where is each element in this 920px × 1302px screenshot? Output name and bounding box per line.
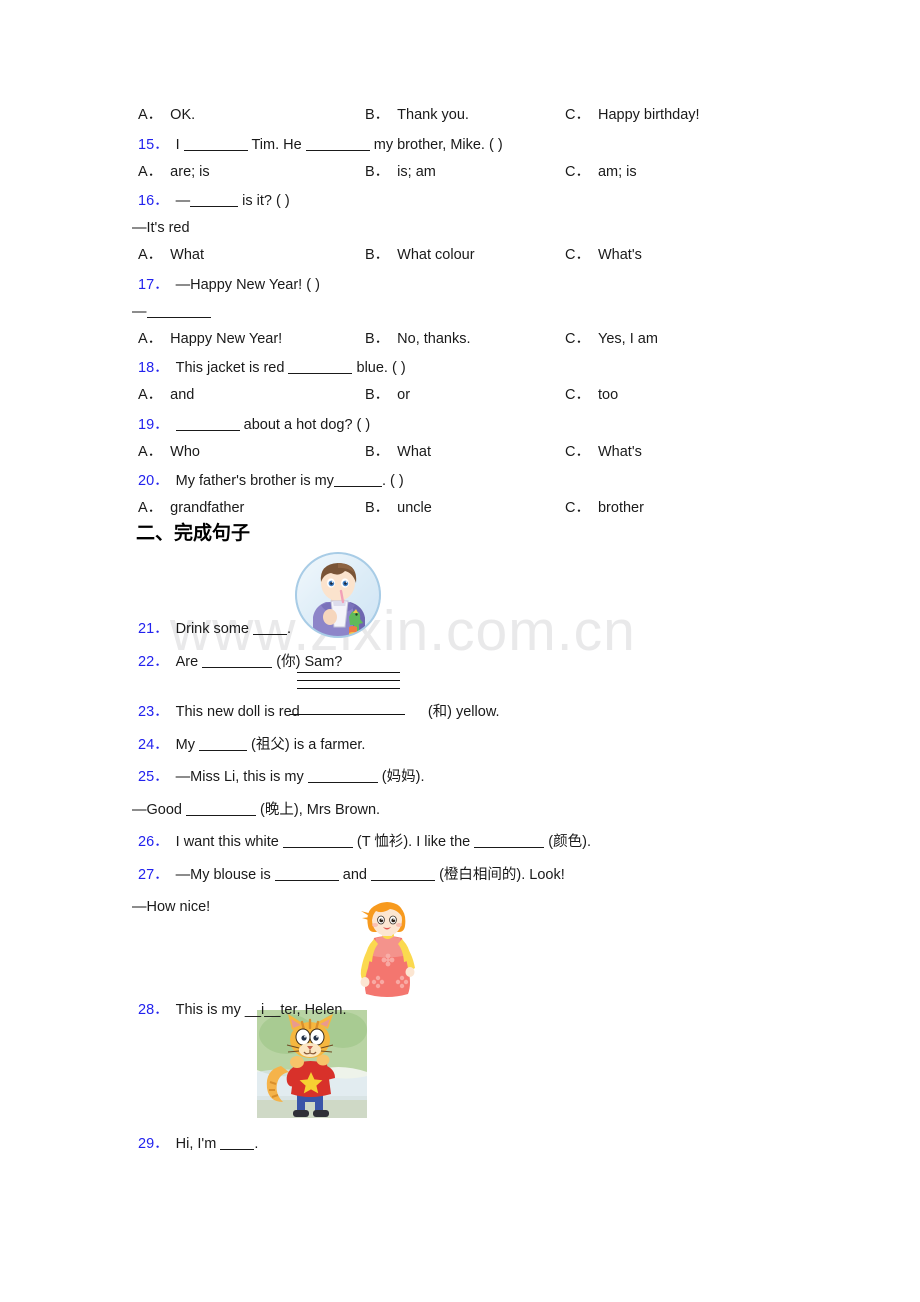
options-row: A． OK. B． Thank you. C． Happy birthday! — [138, 108, 838, 125]
option-c[interactable]: C． What's — [565, 248, 642, 263]
answer-blank[interactable] — [146, 316, 211, 318]
item-29: 29． Hi, I'm . — [138, 1136, 259, 1152]
question-number: 17． — [138, 276, 169, 293]
rule-line — [297, 680, 400, 681]
question-number: 15． — [138, 136, 169, 153]
question-number: 28． — [138, 1001, 169, 1018]
item-26: 26． I want this white (T 恤衫). I like the … — [138, 834, 591, 850]
answer-blank[interactable] — [220, 1149, 255, 1150]
question-16: 16． — is it? ( ) — [138, 193, 290, 209]
option-a[interactable]: A． and — [138, 388, 194, 403]
question-17: 17． —Happy New Year! ( ) — [138, 276, 320, 293]
question-number: 23． — [138, 704, 169, 720]
option-a[interactable]: A． Who — [138, 444, 200, 460]
option-b[interactable]: B． What — [365, 444, 431, 460]
option-a[interactable]: A． are; is — [138, 164, 210, 180]
answer-blank[interactable] — [202, 666, 273, 668]
answer-blank[interactable] — [253, 634, 287, 635]
option-a[interactable]: A． OK. — [138, 108, 195, 123]
answer-blank[interactable] — [371, 879, 436, 881]
option-c[interactable]: C． Happy birthday! — [565, 108, 700, 123]
rule-line — [297, 672, 400, 673]
option-b[interactable]: B． is; am — [365, 164, 436, 180]
item-21: 21． Drink some . — [138, 621, 292, 637]
item-22: 22． Are (你) Sam? — [138, 653, 343, 670]
answer-blank[interactable] — [186, 814, 257, 816]
question-number: 18． — [138, 360, 169, 376]
question-number: 26． — [138, 834, 169, 850]
options-row: A． Who B． What C． What's — [138, 444, 838, 462]
section-heading-part-two: 二、完成句子 — [136, 522, 251, 544]
answer-blank[interactable] — [190, 206, 239, 207]
answer-blank[interactable] — [305, 149, 370, 151]
options-row: A． and B． or C． too — [138, 388, 838, 405]
question-number: 27． — [138, 866, 169, 883]
answer-blank[interactable] — [199, 749, 248, 751]
question-number: 20． — [138, 473, 169, 489]
question-18: 18． This jacket is red blue. ( ) — [138, 360, 406, 376]
answer-blank[interactable] — [274, 879, 339, 881]
options-row: A． are; is B． is; am C． am; is — [138, 164, 838, 182]
question-17-answer-line: — — [132, 304, 838, 320]
options-row: A． grandfather B． uncle C． brother — [138, 501, 838, 518]
worksheet-page: www.zixin.com.cn A． OK. B． Thank you. C． Ha… — [0, 0, 920, 1302]
option-c[interactable]: C． Yes, I am — [565, 331, 658, 347]
question-number: 19． — [138, 416, 169, 433]
answer-blank[interactable] — [307, 782, 378, 783]
option-c[interactable]: C． am; is — [565, 164, 637, 180]
option-c[interactable]: C． brother — [565, 501, 644, 516]
question-number: 21． — [138, 621, 169, 637]
part-one-container: A． OK. B． Thank you. C． Happy birthday! 15．… — [132, 108, 838, 531]
answer-blank[interactable] — [183, 149, 248, 151]
question-number: 24． — [138, 736, 169, 753]
answer-blank[interactable] — [474, 847, 545, 848]
answer-blank[interactable] — [175, 429, 240, 431]
question-number: 29． — [138, 1136, 169, 1152]
answer-blank[interactable] — [288, 373, 353, 374]
stacked-answer-rules — [297, 672, 400, 696]
question-number: 25． — [138, 769, 169, 785]
answer-blank[interactable] — [333, 486, 382, 487]
item-24: 24． My (祖父) is a farmer. — [138, 736, 366, 753]
item-25-response: —Good (晚上), Mrs Brown. — [132, 801, 381, 818]
option-a[interactable]: A． grandfather — [138, 501, 244, 516]
option-b[interactable]: B． or — [365, 388, 410, 403]
option-c[interactable]: C． What's — [565, 444, 642, 460]
option-a[interactable]: A． Happy New Year! — [138, 331, 282, 347]
option-c[interactable]: C． too — [565, 388, 618, 403]
part-two-container: 21． Drink some . 22． Are (你) Sam? 23． This … — [132, 621, 838, 1170]
item-27: 27． —My blouse is and (橙白相间的). Look! — [138, 866, 565, 883]
option-b[interactable]: B． No, thanks. — [365, 331, 471, 347]
item-23: 23． This new doll is red (和) yellow. — [138, 704, 500, 720]
item-23-answer-rule[interactable] — [290, 714, 405, 715]
question-19: 19． about a hot dog? ( ) — [138, 416, 371, 433]
item-25: 25． —Miss Li, this is my (妈妈). — [138, 769, 425, 785]
question-15: 15． I Tim. He my brother, Mike. ( ) — [138, 136, 503, 153]
question-16-response: —It's red — [132, 220, 190, 236]
question-number: 16． — [138, 193, 169, 209]
item-28: 28． This is my __i__ter, Helen. — [138, 1001, 347, 1018]
question-number: 22． — [138, 653, 169, 670]
answer-blank[interactable] — [282, 847, 353, 848]
option-a[interactable]: A． What — [138, 248, 204, 263]
options-row: A． Happy New Year! B． No, thanks. C． Yes, I… — [138, 331, 838, 349]
options-row: A． What B． What colour C． What's — [138, 248, 838, 265]
option-b[interactable]: B． uncle — [365, 501, 432, 516]
option-b[interactable]: B． Thank you. — [365, 108, 469, 123]
question-20: 20． My father's brother is my. ( ) — [138, 473, 404, 489]
rule-line — [297, 688, 400, 689]
option-b[interactable]: B． What colour — [365, 248, 475, 263]
item-27-response: —How nice! — [132, 899, 211, 915]
